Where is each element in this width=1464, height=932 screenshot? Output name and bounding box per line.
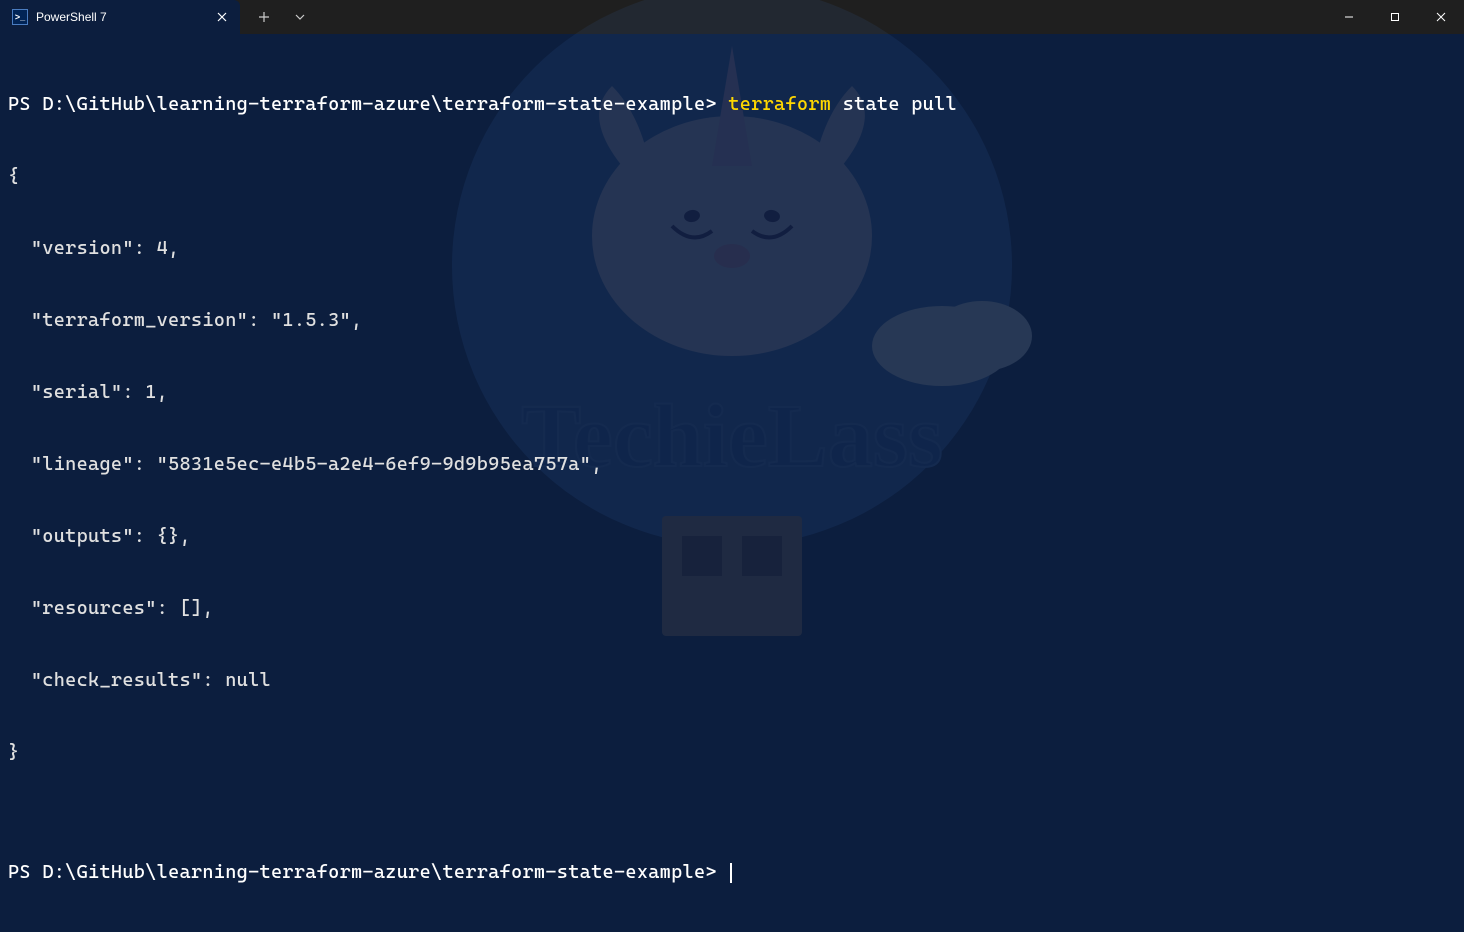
- minimize-button[interactable]: [1326, 0, 1372, 34]
- tab-actions: [240, 0, 316, 34]
- tab-title: PowerShell 7: [36, 10, 206, 24]
- prompt-prefix: PS: [8, 93, 42, 115]
- active-tab[interactable]: >_ PowerShell 7: [0, 0, 240, 34]
- command-line-1: PS D:\GitHub\learning-terraform-azure\te…: [8, 92, 1456, 116]
- powershell-icon: >_: [12, 9, 28, 25]
- prompt-suffix: >: [705, 93, 728, 115]
- maximize-button[interactable]: [1372, 0, 1418, 34]
- prompt-suffix: >: [705, 861, 728, 883]
- output-line: "resources": [],: [8, 596, 1456, 620]
- command-args: state pull: [831, 93, 957, 115]
- command-keyword: terraform: [728, 93, 831, 115]
- output-line: }: [8, 740, 1456, 764]
- command-line-2: PS D:\GitHub\learning-terraform-azure\te…: [8, 860, 1456, 884]
- tab-dropdown-button[interactable]: [284, 1, 316, 33]
- output-line: "check_results": null: [8, 668, 1456, 692]
- close-window-button[interactable]: [1418, 0, 1464, 34]
- output-line: "lineage": "5831e5ec-e4b5-a2e4-6ef9-9d9b…: [8, 452, 1456, 476]
- new-tab-button[interactable]: [248, 1, 280, 33]
- prompt-prefix: PS: [8, 861, 42, 883]
- terminal-area[interactable]: TechieLass PS D:\GitHub\learning-terrafo…: [0, 34, 1464, 568]
- window-controls: [1326, 0, 1464, 34]
- output-line: "serial": 1,: [8, 380, 1456, 404]
- prompt-path: D:\GitHub\learning-terraform-azure\terra…: [42, 93, 705, 115]
- output-line: "terraform_version": "1.5.3",: [8, 308, 1456, 332]
- close-tab-button[interactable]: [214, 9, 230, 25]
- titlebar-spacer: [316, 0, 1326, 34]
- prompt-path: D:\GitHub\learning-terraform-azure\terra…: [42, 861, 705, 883]
- output-line: {: [8, 164, 1456, 188]
- terminal-content: PS D:\GitHub\learning-terraform-azure\te…: [8, 44, 1456, 932]
- titlebar: >_ PowerShell 7: [0, 0, 1464, 34]
- output-line: "version": 4,: [8, 236, 1456, 260]
- cursor: [730, 863, 732, 883]
- output-line: "outputs": {},: [8, 524, 1456, 548]
